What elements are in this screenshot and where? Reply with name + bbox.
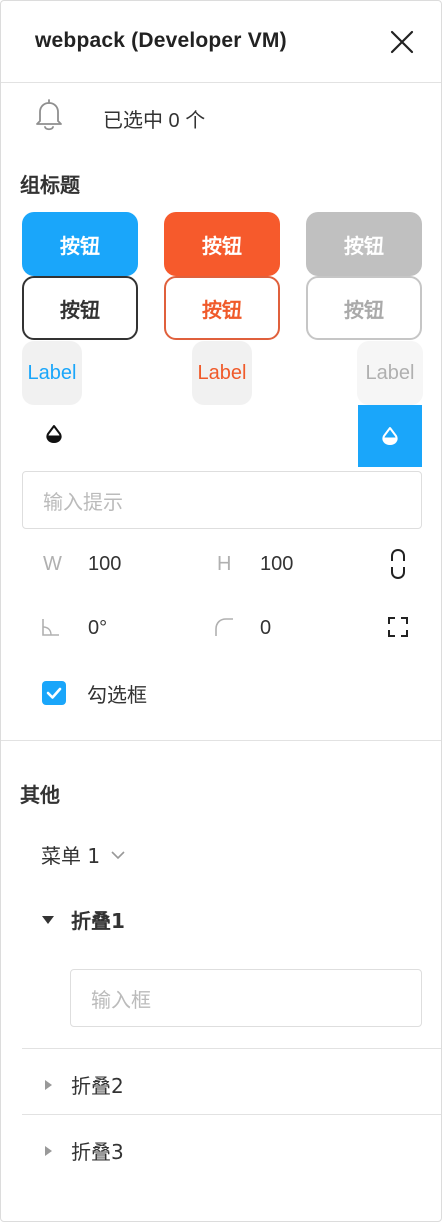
collapse-input[interactable]: 输入框 [70, 969, 422, 1027]
danger-outline-button[interactable]: 按钮 [164, 276, 280, 340]
caret-down-icon [41, 913, 55, 927]
title-bar: webpack (Developer VM) [1, 1, 441, 83]
secondary-button[interactable]: 按钮 [22, 276, 138, 340]
menu-label: 菜单 1 [41, 844, 101, 868]
collapse-label-1: 折叠1 [71, 909, 125, 933]
caret-right-icon [41, 1144, 55, 1158]
collapse-divider [22, 1114, 441, 1115]
window-title: webpack (Developer VM) [35, 29, 287, 52]
checkbox[interactable] [42, 681, 66, 705]
drop-icon[interactable] [41, 421, 67, 447]
bell-icon [34, 97, 64, 133]
selection-count: 已选中 0 个 [103, 110, 206, 132]
collapse-label-2: 折叠2 [71, 1074, 124, 1098]
collapse-label-3: 折叠3 [71, 1140, 124, 1164]
collapse-divider [22, 1048, 441, 1049]
collapse-header-2[interactable]: 折叠2 [41, 1070, 124, 1099]
caret-right-icon [41, 1078, 55, 1092]
angle-icon [41, 617, 61, 642]
label-link-red[interactable]: Label [192, 341, 252, 405]
menu-dropdown[interactable]: 菜单 1 [41, 840, 126, 869]
collapse-header-1[interactable]: 折叠1 [41, 905, 125, 934]
link-icon[interactable] [389, 548, 407, 585]
label-link-disabled[interactable]: Label [357, 341, 423, 405]
radius-value[interactable]: 0 [260, 617, 271, 640]
close-icon[interactable] [387, 27, 417, 57]
corner-radius-icon [214, 617, 234, 642]
other-title: 其他 [20, 785, 60, 807]
height-label: H [217, 553, 232, 575]
disabled-button[interactable]: 按钮 [306, 212, 422, 276]
primary-button[interactable]: 按钮 [22, 212, 138, 276]
section-divider [1, 740, 441, 741]
angle-value[interactable]: 0° [88, 617, 107, 640]
collapse-header-3[interactable]: 折叠3 [41, 1136, 124, 1165]
width-label: W [43, 553, 62, 575]
chevron-down-icon [111, 850, 125, 859]
expand-corners-icon[interactable] [387, 616, 409, 643]
drop-icon-selected[interactable] [358, 405, 422, 467]
label-link-blue[interactable]: Label [22, 341, 82, 405]
disabled-outline-button[interactable]: 按钮 [306, 276, 422, 340]
hint-input[interactable]: 输入提示 [22, 471, 422, 529]
checkbox-label[interactable]: 勾选框 [87, 679, 147, 708]
width-value[interactable]: 100 [88, 553, 121, 576]
plugin-panel: webpack (Developer VM) 已选中 0 个 组标题 按钮 按钮… [0, 0, 442, 1222]
group-title: 组标题 [20, 175, 80, 197]
danger-button[interactable]: 按钮 [164, 212, 280, 276]
height-value[interactable]: 100 [260, 553, 293, 576]
